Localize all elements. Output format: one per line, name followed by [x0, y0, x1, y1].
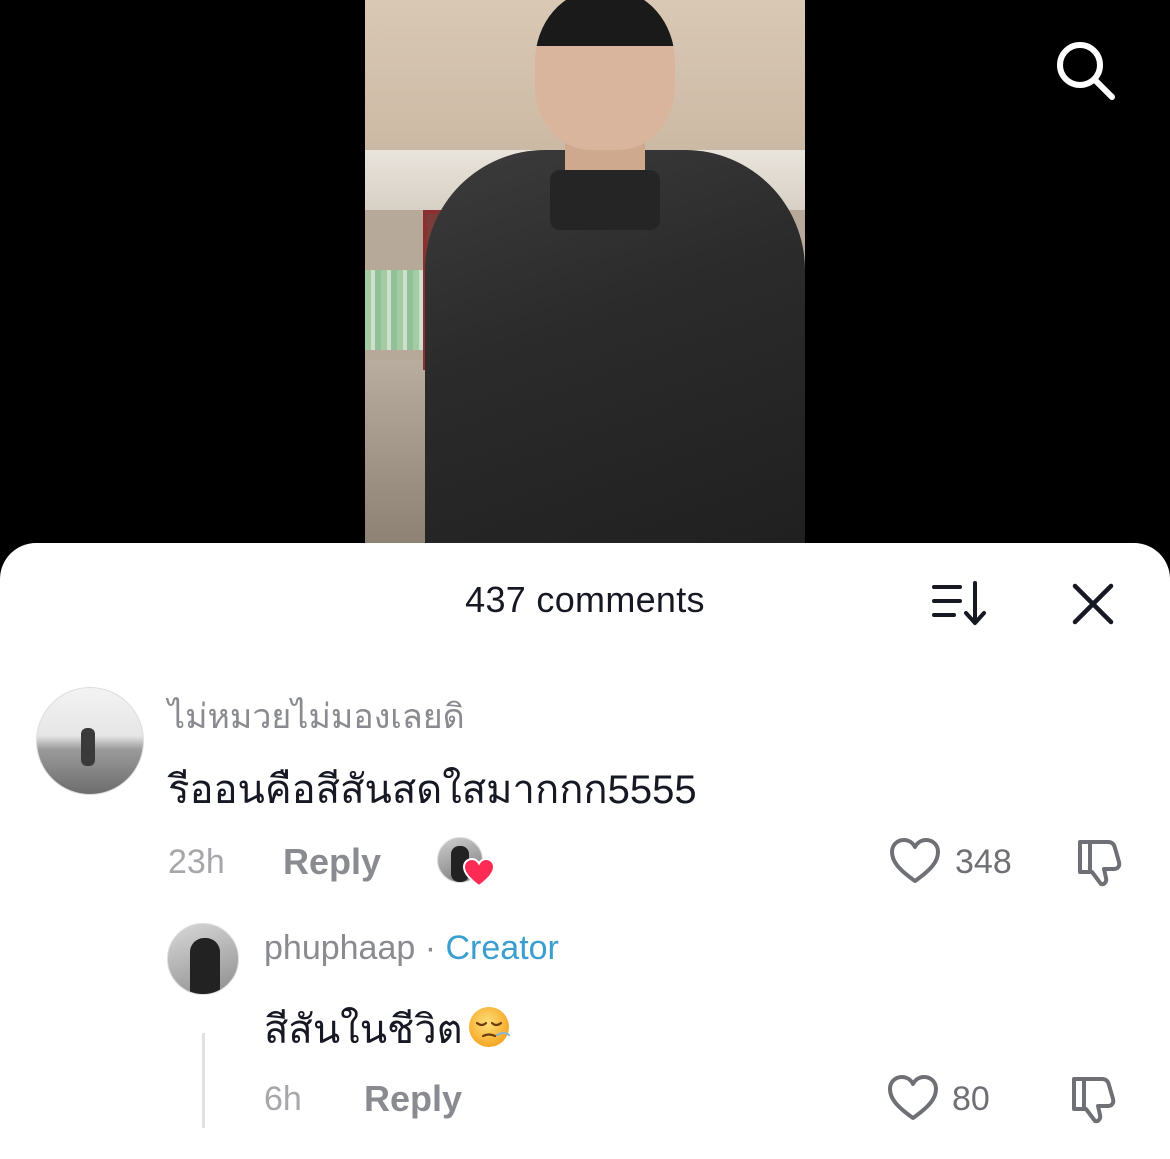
- dislike-button[interactable]: [1066, 1073, 1118, 1125]
- thumbs-down-icon: [1078, 840, 1122, 887]
- reply-username[interactable]: phuphaap: [264, 929, 415, 967]
- video-frame: [365, 0, 805, 545]
- heart-outline-icon: [888, 1075, 938, 1120]
- pensive-face-icon: [468, 1007, 510, 1047]
- like-count: 348: [955, 843, 1012, 881]
- search-button[interactable]: [1050, 35, 1120, 105]
- thumbs-down-icon: [1072, 1077, 1116, 1124]
- reply-button[interactable]: Reply: [364, 1078, 462, 1120]
- like-button[interactable]: [886, 1073, 940, 1123]
- close-button[interactable]: [1066, 577, 1120, 631]
- avatar-figure: [190, 938, 220, 994]
- like-count: 80: [952, 1080, 990, 1118]
- heart-outline-icon: [890, 838, 940, 883]
- separator-dot: ·: [415, 929, 446, 967]
- person-collar: [550, 170, 660, 230]
- person-head: [535, 0, 675, 150]
- video-player[interactable]: [0, 0, 1170, 560]
- comment-username[interactable]: ไม่หมวยไม่มองเลยดิ: [168, 689, 465, 743]
- close-icon: [1072, 583, 1114, 625]
- reply-text-line: สีสันในชีวิต: [264, 997, 511, 1061]
- heart-badge-icon: [463, 858, 495, 888]
- reply-thread-line: [202, 1033, 205, 1128]
- sort-icon: [932, 581, 986, 625]
- avatar-figure: [81, 728, 95, 766]
- commenter-avatar[interactable]: [36, 687, 144, 795]
- reply-username-line: phuphaap · Creator: [264, 929, 559, 968]
- creator-badge: Creator: [445, 929, 559, 967]
- comments-count-title: 437 comments: [465, 579, 705, 620]
- creator-avatar[interactable]: [167, 923, 239, 995]
- reply-timestamp: 6h: [264, 1080, 302, 1118]
- dislike-button[interactable]: [1072, 836, 1124, 888]
- comment-text: รีออนคือสีสันสดใสมากกก5555: [168, 768, 697, 812]
- reply-button[interactable]: Reply: [283, 841, 381, 883]
- search-icon: [1057, 42, 1115, 100]
- reply-text: สีสันในชีวิต: [264, 1008, 463, 1052]
- like-button[interactable]: [888, 836, 942, 886]
- sort-button[interactable]: [928, 577, 992, 629]
- comments-sheet: 437 comments ไม่หมวยไม่มองเลยดิ รีออนคือ…: [0, 543, 1170, 1159]
- comment-timestamp: 23h: [168, 843, 225, 881]
